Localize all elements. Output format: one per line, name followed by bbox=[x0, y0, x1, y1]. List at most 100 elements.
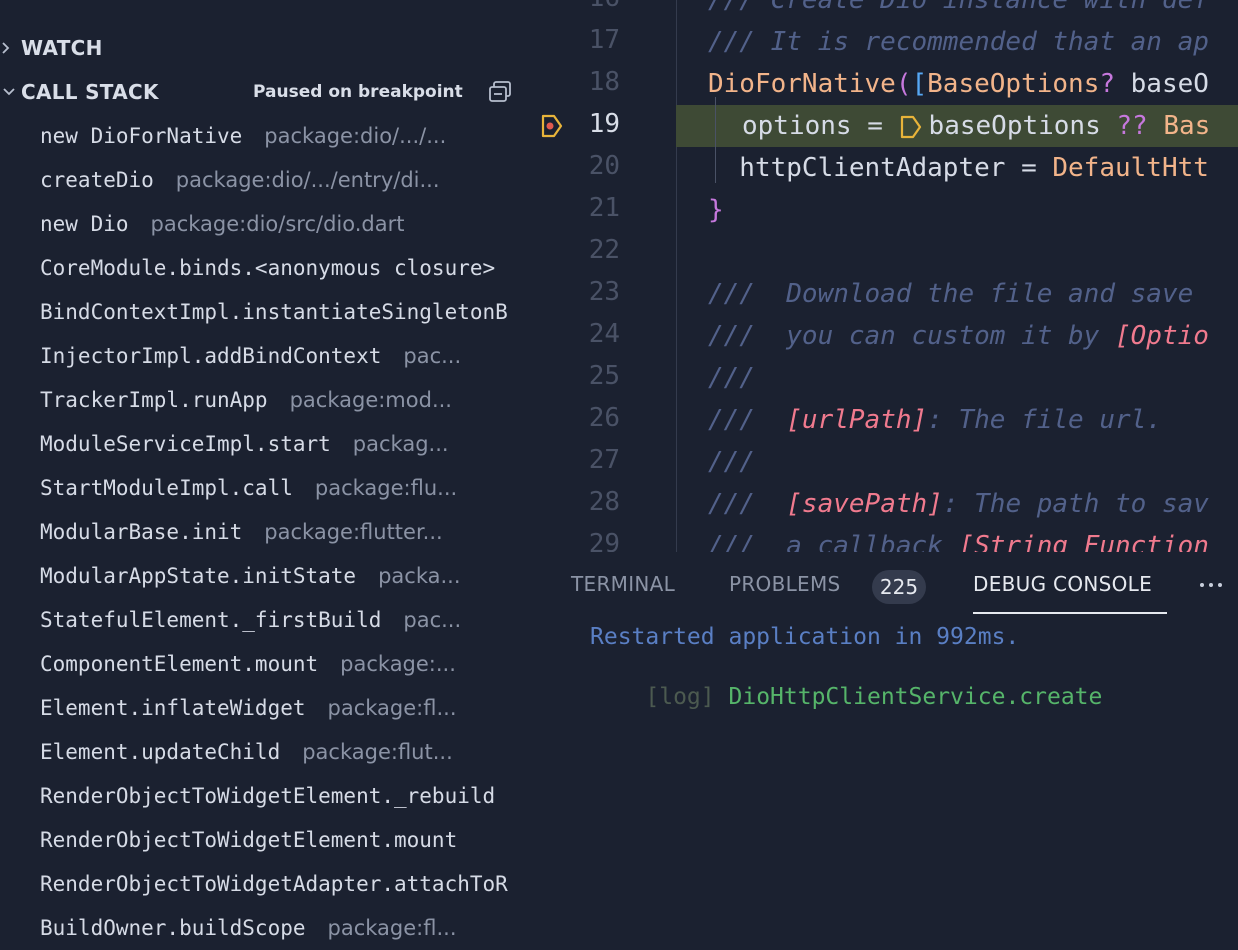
frame-function-name: RenderObjectToWidgetElement.mount bbox=[40, 828, 458, 852]
code-text: /// It is recommended that an ap bbox=[708, 27, 1209, 57]
frame-function-name: InjectorImpl.addBindContext bbox=[40, 344, 382, 368]
debug-sidebar: WATCH CALL STACK Paused on breakpoint ne… bbox=[0, 0, 530, 950]
callstack-frame[interactable]: new DioForNative package:dio/.../... bbox=[0, 114, 530, 158]
code-text: /// Create Dio instance with def bbox=[708, 0, 1209, 15]
code-text: } bbox=[708, 195, 724, 225]
code-token: baseO bbox=[1130, 69, 1209, 99]
code-token: baseOptions bbox=[928, 111, 1117, 141]
code-text: /// [urlPath]: The file url. bbox=[708, 405, 1162, 435]
code-line: } bbox=[530, 189, 1238, 231]
frame-source-location: package:flut... bbox=[302, 740, 453, 764]
frame-source-location: package:... bbox=[340, 652, 456, 676]
callstack-frame[interactable]: RenderObjectToWidgetElement.mount bbox=[0, 818, 530, 862]
code-token: BaseOptions bbox=[927, 69, 1100, 99]
callstack-frame[interactable]: StatefulElement._firstBuild pac... bbox=[0, 598, 530, 642]
frame-function-name: Element.inflateWidget bbox=[40, 696, 306, 720]
callstack-frame[interactable]: ModularBase.init package:flutter... bbox=[0, 510, 530, 554]
callstack-frame[interactable]: ModuleServiceImpl.start packag... bbox=[0, 422, 530, 466]
callstack-frame[interactable]: BuildOwner.buildScope package:fl... bbox=[0, 906, 530, 950]
code-line: /// [savePath]: The path to sav bbox=[530, 483, 1238, 525]
code-token: /// It is recommended that an ap bbox=[708, 27, 1209, 57]
frame-function-name: ModularBase.init bbox=[40, 520, 243, 544]
log-tag: [log] bbox=[645, 684, 715, 710]
frame-source-location: package:dio/.../entry/di... bbox=[175, 168, 440, 192]
inline-breakpoint-icon[interactable] bbox=[899, 114, 923, 140]
console-line-log: [log] DioHttpClientService.create bbox=[590, 658, 1102, 736]
frame-source-location: packa... bbox=[378, 564, 461, 588]
code-text: /// bbox=[708, 447, 755, 477]
code-line: /// bbox=[530, 441, 1238, 483]
code-editor[interactable]: 16/// Create Dio instance with def17/// … bbox=[530, 0, 1238, 552]
code-token: /// Download the file and save bbox=[708, 279, 1194, 309]
frame-source-location: package:fl... bbox=[327, 916, 457, 940]
code-token: /// bbox=[708, 363, 755, 393]
code-text: options = baseOptions ?? Bas bbox=[742, 111, 1210, 141]
code-token: : The path to sav bbox=[942, 489, 1209, 519]
callstack-frame[interactable]: CoreModule.binds.<anonymous closure> bbox=[0, 246, 530, 290]
code-token: [Optio bbox=[1115, 321, 1209, 351]
code-text: /// a callback [String Function bbox=[708, 531, 1209, 552]
code-token: ( bbox=[895, 69, 912, 99]
callstack-frame[interactable]: RenderObjectToWidgetElement._rebuild bbox=[0, 774, 530, 818]
tab-terminal[interactable]: TERMINAL bbox=[571, 572, 675, 596]
frame-function-name: ComponentElement.mount bbox=[40, 652, 319, 676]
code-token: : The file url. bbox=[927, 405, 1162, 435]
code-token: /// bbox=[708, 405, 787, 435]
code-token: /// a callback bbox=[708, 531, 959, 552]
callstack-frame[interactable]: ComponentElement.mount package:... bbox=[0, 642, 530, 686]
code-token: /// bbox=[708, 447, 755, 477]
active-tab-indicator bbox=[973, 612, 1167, 614]
callstack-title: CALL STACK bbox=[21, 80, 159, 104]
code-token: [urlPath] bbox=[786, 405, 928, 435]
callstack-frame[interactable]: ModularAppState.initState packa... bbox=[0, 554, 530, 598]
frame-source-location: pac... bbox=[403, 344, 462, 368]
frame-function-name: createDio bbox=[40, 168, 154, 192]
callstack-frame[interactable]: Element.updateChild package:flut... bbox=[0, 730, 530, 774]
callstack-section-header[interactable]: CALL STACK Paused on breakpoint bbox=[0, 70, 530, 114]
code-token: [savePath] bbox=[786, 489, 943, 519]
callstack-frame[interactable]: RenderObjectToWidgetAdapter.attachToR bbox=[0, 862, 530, 906]
code-token: /// bbox=[708, 489, 787, 519]
collapse-all-icon[interactable] bbox=[487, 79, 513, 105]
more-actions-icon[interactable] bbox=[1196, 570, 1226, 600]
code-line: /// Create Dio instance with def bbox=[530, 0, 1238, 21]
callstack-frame[interactable]: StartModuleImpl.call package:flu... bbox=[0, 466, 530, 510]
callstack-frame[interactable]: BindContextImpl.instantiateSingletonB bbox=[0, 290, 530, 334]
callstack-frame[interactable]: new Dio package:dio/src/dio.dart bbox=[0, 202, 530, 246]
frame-function-name: StatefulElement._firstBuild bbox=[40, 608, 382, 632]
callstack-frame[interactable]: createDio package:dio/.../entry/di... bbox=[0, 158, 530, 202]
code-line: /// [urlPath]: The file url. bbox=[530, 399, 1238, 441]
console-line-restart: Restarted application in 992ms. bbox=[590, 624, 1020, 650]
frame-source-location: package:flutter... bbox=[264, 520, 443, 544]
callstack-frame[interactable]: InjectorImpl.addBindContext pac... bbox=[0, 334, 530, 378]
frame-function-name: TrackerImpl.runApp bbox=[40, 388, 268, 412]
frame-function-name: CoreModule.binds.<anonymous closure> bbox=[40, 256, 496, 280]
code-token: DefaultHtt bbox=[1052, 153, 1209, 183]
callstack-frame[interactable]: TrackerImpl.runApp package:mod... bbox=[0, 378, 530, 422]
watch-section-header[interactable]: WATCH bbox=[0, 26, 530, 70]
frame-source-location: pac... bbox=[403, 608, 462, 632]
frame-source-location: package:flu... bbox=[314, 476, 458, 500]
code-line: options = baseOptions ?? Bas bbox=[530, 105, 1238, 147]
frame-function-name: RenderObjectToWidgetAdapter.attachToR bbox=[40, 872, 508, 896]
code-token: ? bbox=[1099, 69, 1131, 99]
code-token: /// Create Dio instance with def bbox=[708, 0, 1209, 15]
code-text: /// [savePath]: The path to sav bbox=[708, 489, 1209, 519]
frame-function-name: new Dio bbox=[40, 212, 129, 236]
tab-problems[interactable]: PROBLEMS bbox=[729, 572, 841, 596]
frame-source-location: package:dio/.../... bbox=[264, 124, 447, 148]
frame-function-name: RenderObjectToWidgetElement._rebuild bbox=[40, 784, 496, 808]
code-text: /// you can custom it by [Optio bbox=[708, 321, 1209, 351]
tab-debug-console[interactable]: DEBUG CONSOLE bbox=[973, 572, 1152, 596]
paused-status: Paused on breakpoint bbox=[253, 82, 463, 102]
code-text: httpClientAdapter = DefaultHtt bbox=[708, 153, 1209, 183]
frame-source-location: package:dio/src/dio.dart bbox=[150, 212, 405, 236]
frame-source-location: package:fl... bbox=[327, 696, 457, 720]
callstack-frame[interactable]: Element.inflateWidget package:fl... bbox=[0, 686, 530, 730]
frame-function-name: BindContextImpl.instantiateSingletonB bbox=[40, 300, 508, 324]
log-message: DioHttpClientService.create bbox=[728, 684, 1103, 710]
code-line: /// Download the file and save bbox=[530, 273, 1238, 315]
bottom-panel: TERMINAL PROBLEMS 225 DEBUG CONSOLE Rest… bbox=[530, 552, 1238, 950]
code-token: options = bbox=[742, 111, 899, 141]
